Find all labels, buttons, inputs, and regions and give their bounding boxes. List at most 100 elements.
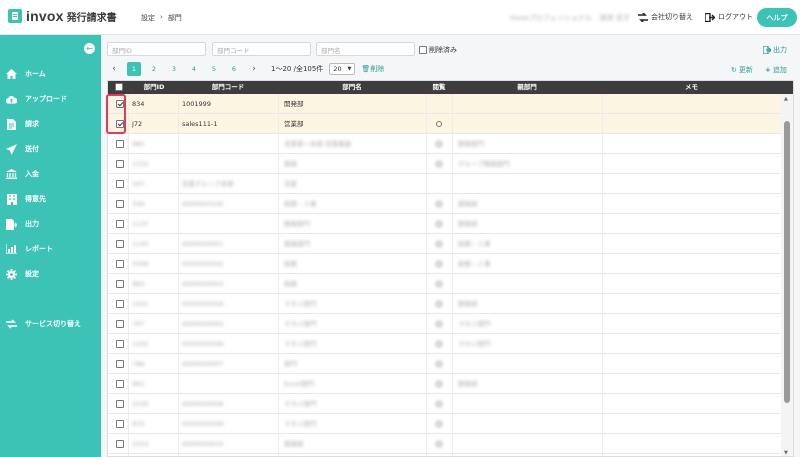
table-row[interactable]: 788 0000000007 部門: [108, 354, 781, 374]
cell-id: 870: [132, 420, 145, 428]
table-row[interactable]: 1014 0000000010 開発部: [108, 434, 781, 454]
row-checkbox[interactable]: [116, 360, 124, 368]
cell-view: [426, 294, 452, 314]
cell-id: 961: [132, 380, 145, 388]
row-checkbox[interactable]: [116, 340, 124, 348]
row-checkbox[interactable]: [116, 420, 124, 428]
breadcrumb-settings[interactable]: 設定: [141, 13, 155, 23]
row-checkbox[interactable]: [116, 320, 124, 328]
page-3-button[interactable]: 3: [167, 62, 181, 76]
row-checkbox[interactable]: [116, 200, 124, 208]
table-row[interactable]: 1030 0000000008 マネジ部門: [108, 394, 781, 414]
cell-view: [426, 374, 452, 394]
refresh-button[interactable]: ↻ 更新: [731, 65, 753, 75]
row-checkbox[interactable]: [116, 220, 124, 228]
dept-code-filter-input[interactable]: 部門コード: [212, 42, 311, 56]
cell-view: [426, 234, 452, 254]
sidebar-item-customers[interactable]: 得意先: [0, 189, 101, 209]
prev-page-button[interactable]: ‹: [107, 62, 121, 76]
col-memo[interactable]: メモ: [602, 81, 781, 94]
cell-parent: [458, 174, 600, 194]
cell-view: [426, 174, 452, 194]
select-all-cell: [112, 81, 126, 94]
page-6-button[interactable]: 6: [227, 62, 241, 76]
table-row[interactable]: J72 sales111-1 営業部: [108, 114, 781, 134]
page-2-button[interactable]: 2: [147, 62, 161, 76]
table-row[interactable]: 167 営業グループ本部 営業: [108, 174, 781, 194]
table-row[interactable]: 1232 0000000006 マネジ部門 マネジ部門: [108, 334, 781, 354]
col-dept-code[interactable]: 部門コード: [178, 81, 278, 94]
cell-id: 983: [132, 280, 145, 288]
table-row[interactable]: 961 Excel部門 開発部: [108, 374, 781, 394]
cell-view: [426, 274, 452, 294]
table-row[interactable]: 339 0000000100 総務・人事 開発部: [108, 194, 781, 214]
page-1-button[interactable]: 1: [127, 62, 141, 76]
table-row[interactable]: 834 1001999 開発部: [108, 94, 781, 114]
row-checkbox[interactable]: [116, 140, 124, 148]
scroll-down-icon[interactable]: ▼: [784, 450, 788, 456]
dept-id-filter-input[interactable]: 部門ID: [107, 42, 206, 56]
table-scrollbar[interactable]: ▲ ▼: [781, 94, 793, 456]
row-checkbox[interactable]: [116, 280, 124, 288]
switch-company-button[interactable]: 会社切り替え: [638, 12, 693, 22]
scrollbar-thumb[interactable]: [784, 121, 790, 403]
next-page-button[interactable]: ›: [247, 62, 261, 76]
col-parent-dept[interactable]: 親部門: [452, 81, 602, 94]
sidebar-item-payment[interactable]: 入金: [0, 164, 101, 184]
breadcrumb-separator: ›: [160, 13, 163, 21]
row-checkbox[interactable]: [116, 400, 124, 408]
cell-memo: [606, 354, 776, 374]
sidebar-item-settings[interactable]: 設定: [0, 264, 101, 284]
result-range: 1〜20 /全105件: [271, 65, 324, 73]
sidebar-item-send[interactable]: 送付: [0, 139, 101, 159]
add-button[interactable]: + 追加: [765, 65, 787, 75]
row-checkbox[interactable]: [116, 260, 124, 268]
select-all-checkbox[interactable]: [115, 83, 123, 91]
sidebar-item-home[interactable]: ホーム: [0, 64, 101, 84]
col-dept-id[interactable]: 部門ID: [130, 81, 178, 94]
table-row[interactable]: 870 0000000009 マネジ部門: [108, 414, 781, 434]
row-select-cell: [116, 174, 128, 194]
table-row[interactable]: 980 営業第一本部 営業推進 開発部門: [108, 134, 781, 154]
selection-highlight-box: [106, 94, 126, 134]
sidebar-item-upload[interactable]: アップロード: [0, 89, 101, 109]
sidebar-item-export[interactable]: 出力: [0, 214, 101, 234]
app-logo[interactable]: invox 発行請求書: [8, 8, 117, 24]
cell-parent: 開発部門: [458, 140, 484, 148]
table-row[interactable]: 1152 開発 グループ開発部門: [108, 154, 781, 174]
delete-button[interactable]: 🗑削除: [361, 64, 384, 74]
table-row[interactable]: 1431 0000000004 マネジ部門 開発部: [108, 294, 781, 314]
dept-name-filter-input[interactable]: 部門名: [316, 42, 415, 56]
table-row[interactable]: 1145 0000000001 開発部門 総務・人事: [108, 234, 781, 254]
table-row[interactable]: 1137 開発部門 開発部: [108, 214, 781, 234]
row-checkbox[interactable]: [116, 300, 124, 308]
show-deleted-checkbox[interactable]: [419, 46, 427, 54]
cell-parent: マネジ部門: [458, 340, 491, 348]
export-button[interactable]: 出力: [763, 45, 787, 55]
col-view[interactable]: 閲覧: [426, 81, 452, 94]
sidebar-item-reports[interactable]: レポート: [0, 239, 101, 259]
logo-subtitle: 発行請求書: [66, 12, 117, 24]
row-checkbox[interactable]: [116, 440, 124, 448]
table-row[interactable]: 767 0000000005 マネジ部門 マネジ部門: [108, 314, 781, 334]
row-checkbox[interactable]: [116, 240, 124, 248]
scroll-up-icon[interactable]: ▲: [784, 96, 788, 102]
collapse-sidebar-icon[interactable]: ←: [84, 43, 95, 54]
page-5-button[interactable]: 5: [207, 62, 221, 76]
table-row[interactable]: 3306 0000000002 総務 総務・人事: [108, 254, 781, 274]
sidebar-item-switch-service[interactable]: サービス切り替え: [0, 314, 101, 334]
row-checkbox[interactable]: [116, 380, 124, 388]
col-dept-name[interactable]: 部門名: [278, 81, 426, 94]
show-deleted-toggle[interactable]: 削除済み: [419, 45, 457, 55]
sidebar-item-invoices[interactable]: 請求: [0, 114, 101, 134]
logout-button[interactable]: ログアウト: [705, 12, 753, 22]
cell-parent: マネジ部門: [458, 320, 491, 328]
per-page-select[interactable]: 20 ▼: [329, 63, 356, 75]
table-row[interactable]: 983 0000000003 総務: [108, 274, 781, 294]
cell-parent: 開発部: [458, 200, 478, 208]
page-4-button[interactable]: 4: [187, 62, 201, 76]
user-info: invoxプロフェッショナル 請求 花子: [510, 13, 630, 23]
help-button[interactable]: ヘルプ: [757, 8, 797, 27]
row-checkbox[interactable]: [116, 160, 124, 168]
row-checkbox[interactable]: [116, 180, 124, 188]
